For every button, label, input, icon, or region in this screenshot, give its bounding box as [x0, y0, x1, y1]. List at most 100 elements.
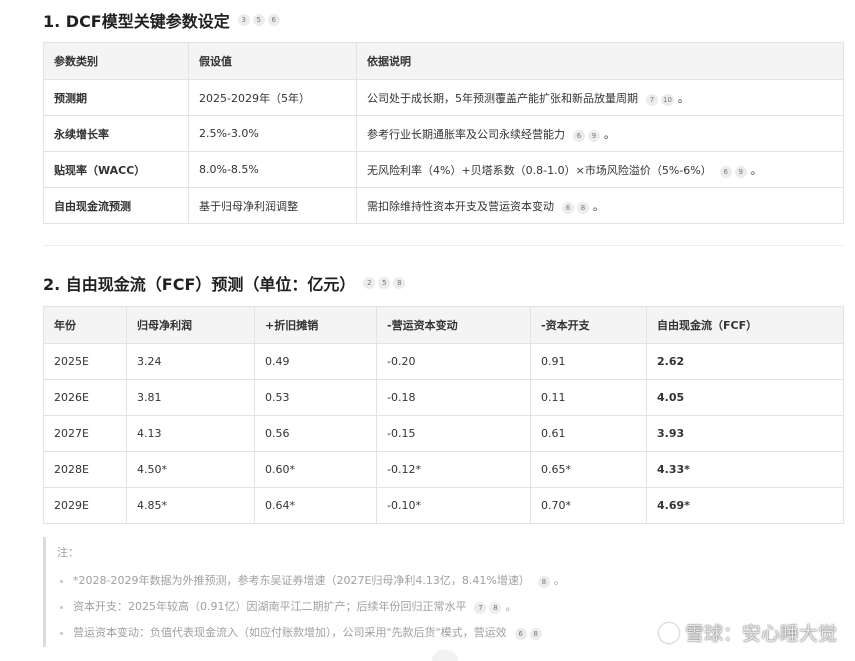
table-header-row: 年份 归母净利润 +折旧摊销 -营运资本变动 -资本开支 自由现金流（FCF） [43, 306, 844, 344]
cell-working-capital: -0.20 [376, 343, 531, 380]
citation-group: 68 [562, 201, 589, 214]
cell-depreciation: 0.60* [254, 451, 377, 488]
cell-fcf: 4.69* [646, 487, 844, 524]
column-header: 自由现金流（FCF） [646, 306, 844, 344]
param-rationale: 公司处于成长期，5年预测覆盖产能扩张和新品放量周期 7 10。 [356, 79, 844, 116]
rationale-text: 无风险利率（4%）+贝塔系数（0.8-1.0）×市场风险溢价（5%-6%） [367, 163, 712, 177]
citation-badge[interactable]: 5 [378, 277, 391, 289]
param-value: 2025-2029年（5年） [188, 79, 357, 116]
column-header: -资本开支 [530, 306, 647, 344]
column-header: +折旧摊销 [254, 306, 377, 344]
citation-badge[interactable]: 6 [573, 129, 585, 142]
cell-depreciation: 0.64* [254, 487, 377, 524]
citation-badge[interactable]: 8 [489, 602, 502, 614]
citation-badge[interactable]: 6 [562, 201, 574, 214]
citation-badge[interactable]: 9 [588, 129, 600, 142]
cell-net-profit: 3.81 [126, 379, 255, 416]
citation-badge[interactable]: 7 [646, 93, 658, 106]
param-value: 2.5%-3.0% [188, 115, 357, 152]
column-header: 年份 [43, 306, 127, 344]
list-item: *2028-2029年数据为外推预测，参考东吴证券增速（2027E归母净利4.1… [73, 572, 843, 588]
notes-title: 注： [57, 546, 79, 559]
table-row: 2025E 3.24 0.49 -0.20 0.91 2.62 [43, 343, 844, 380]
table-row: 2029E 4.85* 0.64* -0.10* 0.70* 4.69* [43, 487, 844, 524]
table-row: 预测期 2025-2029年（5年） 公司处于成长期，5年预测覆盖产能扩张和新品… [43, 79, 844, 116]
cell-capex: 0.61 [530, 415, 647, 452]
param-category: 贴现率（WACC） [43, 151, 189, 188]
section-title-dcf-params: 1. DCF模型关键参数设定 3 5 6 [43, 8, 280, 32]
citation-badge[interactable]: 3 [237, 14, 250, 26]
scroll-indicator[interactable] [432, 650, 458, 661]
watermark-text: 雪球：安心睡大觉 [684, 623, 837, 645]
citation-badge[interactable]: 6 [719, 165, 732, 178]
cell-depreciation: 0.53 [254, 379, 377, 416]
rationale-text: 参考行业长期通胀率及公司永续经营能力 [367, 127, 565, 141]
column-header: -营运资本变动 [376, 306, 531, 344]
citation-group: 78 [474, 602, 502, 614]
cell-working-capital: -0.15 [376, 415, 531, 452]
table-row: 2027E 4.13 0.56 -0.15 0.61 3.93 [43, 415, 844, 452]
cell-fcf: 4.33* [646, 451, 844, 488]
param-category: 永续增长率 [43, 115, 189, 152]
cell-year: 2027E [43, 415, 127, 452]
citation-badge[interactable]: 6 [514, 628, 527, 640]
cell-capex: 0.65* [530, 451, 647, 488]
param-rationale: 参考行业长期通胀率及公司永续经营能力 6 9 。 [356, 115, 844, 152]
note-tail: 。 [505, 600, 517, 613]
citation-badge[interactable]: 8 [577, 201, 589, 214]
citation-group: 7 10 [646, 93, 674, 106]
citation-badge[interactable]: 2 [363, 277, 376, 289]
rationale-text: 需扣除维持性资本开支及营运资本变动 [367, 199, 554, 213]
cell-net-profit: 4.50* [126, 451, 255, 488]
column-header: 依据说明 [356, 42, 844, 80]
citation-badge[interactable]: 10 [661, 93, 674, 106]
section-title-text: 1. DCF模型关键参数设定 [43, 12, 230, 31]
citation-group: 3 5 6 [237, 14, 280, 26]
column-header: 参数类别 [43, 42, 189, 80]
citation-badge[interactable]: 8 [537, 576, 550, 588]
table-row: 贴现率（WACC） 8.0%-8.5% 无风险利率（4%）+贝塔系数（0.8-1… [43, 151, 844, 188]
rationale-text: 公司处于成长期，5年预测覆盖产能扩张和新品放量周期 [367, 91, 638, 105]
cell-fcf: 3.93 [646, 415, 844, 452]
rationale-tail: 。 [750, 163, 762, 177]
param-value: 8.0%-8.5% [188, 151, 357, 188]
fcf-forecast-table: 年份 归母净利润 +折旧摊销 -营运资本变动 -资本开支 自由现金流（FCF） … [43, 306, 844, 524]
table-row: 2028E 4.50* 0.60* -0.12* 0.65* 4.33* [43, 451, 844, 488]
citation-badge[interactable]: 6 [267, 14, 280, 26]
citation-group: 68 [514, 628, 542, 640]
table-header-row: 参数类别 假设值 依据说明 [43, 42, 844, 80]
citation-badge[interactable]: 9 [734, 165, 747, 178]
cell-working-capital: -0.18 [376, 379, 531, 416]
param-category: 预测期 [43, 79, 189, 116]
dcf-params-table: 参数类别 假设值 依据说明 预测期 2025-2029年（5年） 公司处于成长期… [43, 42, 844, 224]
citation-group: 2 5 8 [363, 277, 406, 289]
param-rationale: 无风险利率（4%）+贝塔系数（0.8-1.0）×市场风险溢价（5%-6%） 6 9。 [356, 151, 844, 188]
cell-capex: 0.91 [530, 343, 647, 380]
cell-depreciation: 0.49 [254, 343, 377, 380]
citation-badge[interactable]: 5 [252, 14, 265, 26]
section-divider [43, 245, 843, 246]
note-text: 营运资本变动：负值代表现金流入（如应付账款增加），公司采用"先款后货"模式，营运… [73, 626, 507, 639]
cell-capex: 0.70* [530, 487, 647, 524]
snowball-logo-icon [658, 622, 679, 643]
citation-badge[interactable]: 8 [393, 277, 406, 289]
cell-year: 2025E [43, 343, 127, 380]
column-header: 归母净利润 [126, 306, 255, 344]
citation-group: 69 [573, 129, 600, 142]
snowball-watermark: 雪球：安心睡大觉 [658, 619, 837, 646]
param-rationale: 需扣除维持性资本开支及营运资本变动 6 8 。 [356, 187, 844, 224]
rationale-tail: 。 [604, 127, 615, 141]
cell-net-profit: 3.24 [126, 343, 255, 380]
cell-capex: 0.11 [530, 379, 647, 416]
cell-year: 2028E [43, 451, 127, 488]
rationale-tail: 。 [677, 91, 689, 105]
citation-badge[interactable]: 7 [474, 602, 487, 614]
citation-badge[interactable]: 8 [529, 628, 542, 640]
section-title-fcf-forecast: 2. 自由现金流（FCF）预测（单位：亿元） 2 5 8 [43, 271, 406, 295]
table-row: 2026E 3.81 0.53 -0.18 0.11 4.05 [43, 379, 844, 416]
cell-working-capital: -0.10* [376, 487, 531, 524]
section-title-text: 2. 自由现金流（FCF）预测（单位：亿元） [43, 275, 356, 294]
table-row: 永续增长率 2.5%-3.0% 参考行业长期通胀率及公司永续经营能力 6 9 。 [43, 115, 844, 152]
note-tail: 。 [553, 574, 565, 587]
param-category: 自由现金流预测 [43, 187, 189, 224]
